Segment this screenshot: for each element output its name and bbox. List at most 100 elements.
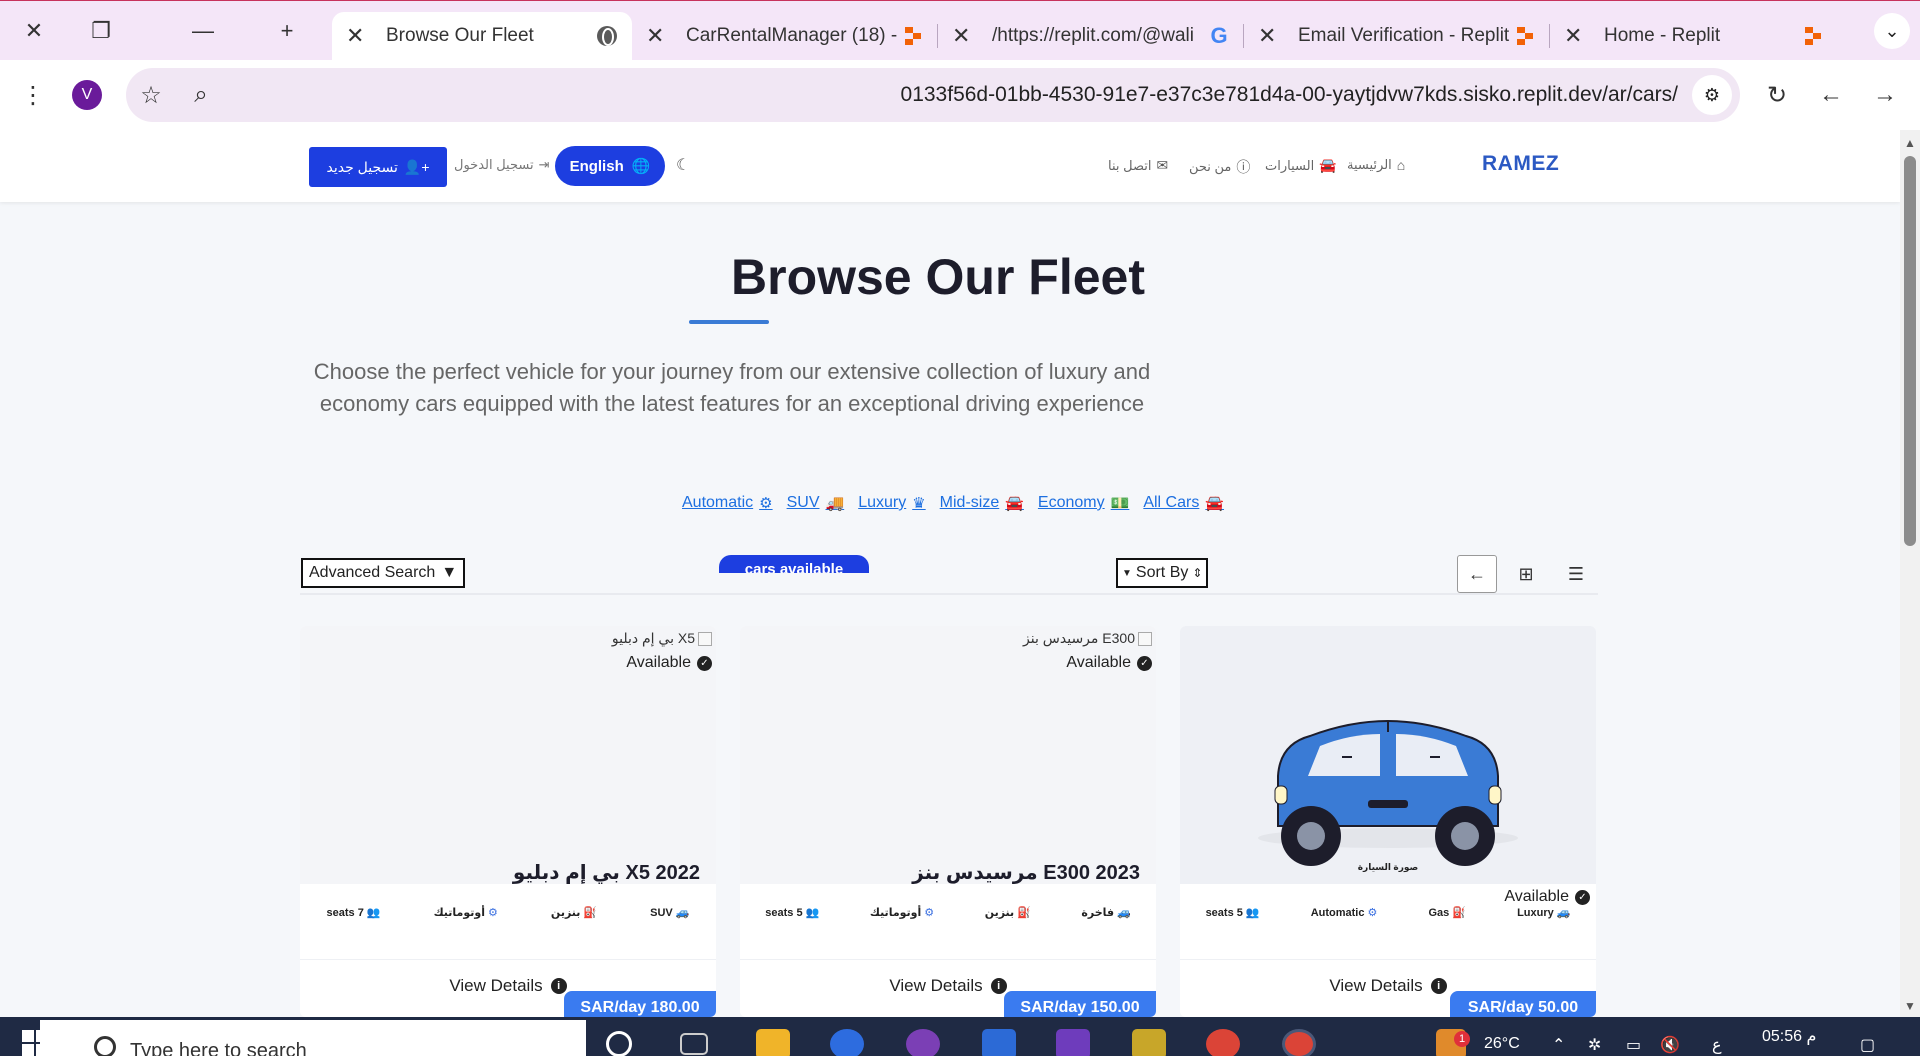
forward-arrow-icon[interactable]: → [1858, 68, 1912, 122]
volume-muted-icon[interactable]: 🔇 [1660, 1035, 1680, 1055]
close-tab-icon[interactable]: ✕ [646, 23, 674, 49]
sort-label: Sort By [1135, 564, 1189, 581]
gas-pump-icon: ⛽ [1452, 907, 1466, 919]
reload-icon[interactable]: ↻ [1750, 68, 1804, 122]
language-indicator[interactable]: ع [1712, 1035, 1722, 1055]
filter-economy[interactable]: Economy 💵 [1038, 494, 1129, 512]
replit-icon [1802, 25, 1824, 47]
filter-suv[interactable]: SUV 🚚 [787, 494, 845, 512]
zoom-icon[interactable]: ⌕ [176, 70, 226, 120]
browser-tab-browse-fleet[interactable]: ✕ Browse Our Fleet [332, 11, 632, 60]
settings-icon[interactable]: ✲ [1588, 1035, 1601, 1055]
profile-avatar[interactable]: V [60, 68, 114, 122]
grid-icon: ⊞ [1518, 563, 1534, 584]
image-alt-text: مرسيدس بنز E300 [1023, 630, 1135, 646]
list-icon: ☰ [1567, 563, 1585, 584]
car-specs: SUV 🚙 بنزين ⛽ أوتوماتيك ⚙ seats 7 👥 [300, 906, 716, 920]
browser-tab-home-replit[interactable]: ✕ Home - Replit [1550, 12, 1838, 60]
language-toggle-button[interactable]: English 🌐 [555, 146, 665, 186]
back-arrow-button[interactable]: ← [1457, 555, 1497, 593]
spec-seats: seats 5 👥 [1205, 906, 1260, 920]
details-label: View Details [889, 976, 983, 995]
bookmark-star-icon[interactable]: ☆ [126, 70, 176, 120]
back-arrow-icon[interactable]: ← [1804, 68, 1858, 122]
url-text[interactable]: 0133f56d-01bb-4530-91e7-e37c3e781d4a-00-… [226, 83, 1692, 107]
scroll-up-icon[interactable]: ▲ [1904, 136, 1916, 150]
filter-all-cars[interactable]: All Cars 🚘 [1143, 494, 1224, 512]
broken-image: بي إم دبليو X5 [612, 630, 712, 647]
chrome-active-icon[interactable] [1282, 1029, 1316, 1056]
menu-dots-icon[interactable]: ⋮ [6, 68, 60, 122]
taskbar-search-box[interactable]: Type here to search [40, 1020, 586, 1056]
system-clock[interactable]: 05:56 م [1762, 1026, 1816, 1046]
car-icon: 🚘 [1005, 495, 1024, 512]
browser-tab-email-verification[interactable]: ✕ Email Verification - Replit [1244, 12, 1550, 60]
windows-taskbar: Type here to search 1 26°C ⌃ ✲ ▭ 🔇 ع 05:… [0, 1017, 1920, 1056]
filter-funnel-icon: ▼ [441, 564, 458, 581]
car-card[interactable]: بي إم دبليو X5 Available ✓ بي إم دبليو X… [300, 626, 716, 1017]
restore-window-icon[interactable]: ❐ [68, 1, 134, 61]
app-icon[interactable] [830, 1029, 864, 1056]
replit-icon [1514, 25, 1536, 47]
browser-tab-replit-url[interactable]: ✕ /https://replit.com/@wali G [938, 12, 1244, 60]
page-viewport: RAMEZ الرئيسية ⌂ السيارات 🚘 من نحن ⓘ اتص… [0, 130, 1920, 1017]
weather-temp[interactable]: 26°C [1484, 1035, 1520, 1053]
filter-mid-size[interactable]: Mid-size 🚘 [940, 494, 1024, 512]
notifications-icon[interactable]: ▢ [1860, 1035, 1875, 1055]
close-tab-icon[interactable]: ✕ [1258, 23, 1286, 49]
broken-image-icon [698, 631, 712, 646]
scroll-down-icon[interactable]: ▼ [1904, 999, 1916, 1013]
filter-luxury[interactable]: Luxury ♛ [858, 494, 925, 512]
app-icon[interactable] [1132, 1029, 1166, 1056]
card-divider [300, 959, 716, 960]
new-tab-icon[interactable]: + [272, 1, 302, 61]
network-icon[interactable]: ▭ [1626, 1035, 1641, 1055]
close-tab-icon[interactable]: ✕ [346, 23, 374, 49]
close-window-icon[interactable]: ✕ [0, 1, 68, 61]
info-icon: ⓘ [1236, 159, 1251, 175]
car-card[interactable]: مرسيدس بنز E300 Available ✓ مرسيدس بنز E… [740, 626, 1156, 1017]
address-bar[interactable]: ☆ ⌕ 0133f56d-01bb-4530-91e7-e37c3e781d4a… [126, 68, 1740, 122]
nav-link-contact[interactable]: اتصل بنا ✉ [1108, 157, 1168, 174]
scrollbar-thumb[interactable] [1904, 156, 1916, 546]
tab-title: Email Verification - Replit [1298, 24, 1510, 46]
page-scrollbar[interactable]: ▲ ▼ [1900, 130, 1920, 1017]
dark-mode-moon-icon[interactable]: ☾ [676, 155, 690, 175]
gas-pump-icon: ⛽ [583, 907, 598, 919]
chevron-up-icon[interactable]: ⌃ [1552, 1035, 1565, 1055]
details-label: View Details [449, 976, 543, 995]
search-placeholder: Type here to search [130, 1040, 307, 1056]
filter-automatic[interactable]: Automatic ⚙ [682, 494, 773, 512]
car-specs: فاخرة 🚙 بنزين ⛽ أوتوماتيك ⚙ seats 5 👥 [740, 906, 1156, 920]
task-view-icon[interactable] [680, 1033, 708, 1055]
register-button[interactable]: تسجيل جديد 👤+ [309, 147, 447, 187]
close-tab-icon[interactable]: ✕ [1564, 23, 1592, 49]
github-icon[interactable] [906, 1029, 940, 1056]
site-brand-logo[interactable]: RAMEZ [1482, 152, 1559, 176]
cars-available-badge: cars available [719, 555, 869, 573]
check-circle-icon: ✓ [697, 655, 712, 671]
list-view-button[interactable]: ☰ [1556, 555, 1596, 593]
grid-view-button[interactable]: ⊞ [1506, 555, 1546, 593]
advanced-search-button[interactable]: Advanced Search ▼ [301, 558, 466, 588]
nav-label: الرئيسية [1347, 157, 1392, 172]
chrome-icon[interactable] [1206, 1029, 1240, 1056]
site-settings-icon[interactable]: ⚙ [1692, 75, 1732, 115]
nav-link-about[interactable]: من نحن ⓘ [1189, 157, 1250, 177]
car-icon: 🚙 [1556, 907, 1571, 919]
browser-tab-carrentalmanager[interactable]: ✕ CarRentalManager (18) - [632, 12, 938, 60]
minimize-window-icon[interactable]: — [134, 1, 272, 61]
nav-link-home[interactable]: الرئيسية ⌂ [1347, 157, 1405, 173]
file-explorer-icon[interactable] [756, 1029, 790, 1056]
visual-studio-icon[interactable] [1056, 1029, 1090, 1056]
gear-icon: ⚙ [488, 907, 498, 919]
cortana-icon[interactable] [606, 1031, 632, 1056]
login-link[interactable]: تسجيل الدخول ⇥ [454, 157, 550, 173]
close-tab-icon[interactable]: ✕ [952, 23, 980, 49]
sort-by-dropdown[interactable]: ▼ Sort By ⇕ [1116, 558, 1209, 588]
nav-link-cars[interactable]: السيارات 🚘 [1265, 157, 1337, 174]
powershell-icon[interactable] [982, 1029, 1016, 1056]
nav-label: من نحن [1189, 159, 1232, 174]
tab-search-chevron-icon[interactable]: ⌄ [1874, 13, 1910, 49]
car-card[interactable]: صورة السيارة Available ✓ Luxury 🚙 Gas ⛽ Au… [1180, 626, 1596, 1017]
